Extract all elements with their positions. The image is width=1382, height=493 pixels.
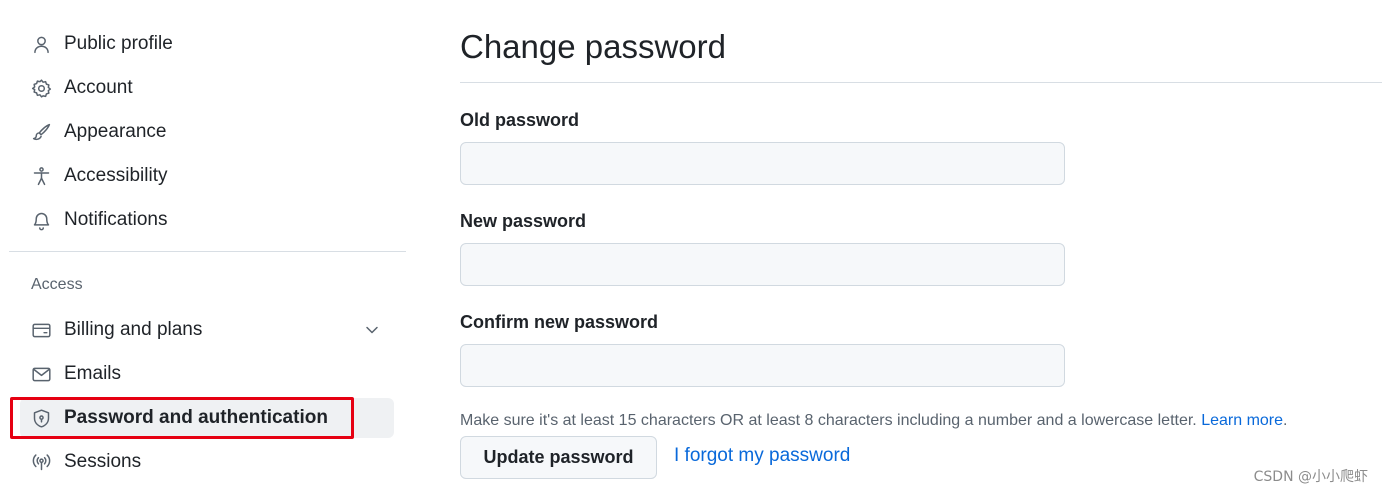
sidebar-item-emails[interactable]: Emails <box>20 354 394 394</box>
page-title: Change password <box>460 28 726 65</box>
sidebar-item-label: Public profile <box>64 33 173 54</box>
sidebar-item-label: Billing and plans <box>64 319 203 340</box>
sidebar-item-label: Sessions <box>64 451 142 472</box>
sidebar-item-appearance[interactable]: Appearance <box>20 112 394 152</box>
password-requirements-hint: Make sure it's at least 15 characters OR… <box>460 412 1287 430</box>
sidebar-item-accessibility[interactable]: Accessibility <box>20 156 394 196</box>
sidebar-section-access: Access <box>31 276 83 293</box>
forgot-password-link[interactable]: I forgot my password <box>674 445 850 467</box>
sidebar-item-account[interactable]: Account <box>20 68 394 108</box>
broadcast-icon <box>30 451 52 473</box>
shield-lock-icon <box>30 407 52 429</box>
sidebar-item-label: Appearance <box>64 121 167 142</box>
mail-icon <box>30 363 52 385</box>
confirm-password-label: Confirm new password <box>460 312 659 332</box>
bell-icon <box>30 209 52 231</box>
settings-sidebar: Public profile Account Appearance Access… <box>0 0 410 493</box>
old-password-label: Old password <box>460 110 580 130</box>
change-password-panel: Change password Old password New passwor… <box>460 0 1382 493</box>
paintbrush-icon <box>30 121 52 143</box>
sidebar-item-label: Notifications <box>64 209 168 230</box>
gear-icon <box>30 77 52 99</box>
sidebar-divider <box>9 251 406 252</box>
title-divider <box>460 82 1382 83</box>
sidebar-item-label: Account <box>64 77 133 98</box>
sidebar-item-billing[interactable]: Billing and plans <box>20 310 394 350</box>
sidebar-item-label: Password and authentication <box>64 407 328 428</box>
hint-text: Make sure it's at least 15 characters OR… <box>460 412 1197 429</box>
sidebar-item-notifications[interactable]: Notifications <box>20 200 394 240</box>
old-password-input[interactable] <box>460 142 1065 185</box>
accessibility-icon <box>30 165 52 187</box>
new-password-label: New password <box>460 211 587 231</box>
learn-more-link[interactable]: Learn more <box>1201 412 1283 429</box>
chevron-down-icon[interactable] <box>362 320 382 340</box>
hint-suffix: . <box>1283 412 1288 429</box>
sidebar-item-sessions[interactable]: Sessions <box>20 442 394 482</box>
confirm-password-input[interactable] <box>460 344 1065 387</box>
update-password-button[interactable]: Update password <box>460 436 657 479</box>
sidebar-item-public-profile[interactable]: Public profile <box>20 24 394 64</box>
watermark: CSDN @小小爬虾 <box>1253 469 1368 485</box>
sidebar-item-label: Emails <box>64 363 122 384</box>
new-password-input[interactable] <box>460 243 1065 286</box>
person-icon <box>30 33 52 55</box>
sidebar-item-label: Accessibility <box>64 165 168 186</box>
sidebar-item-password-authentication[interactable]: Password and authentication <box>20 398 394 438</box>
credit-card-icon <box>30 319 52 341</box>
